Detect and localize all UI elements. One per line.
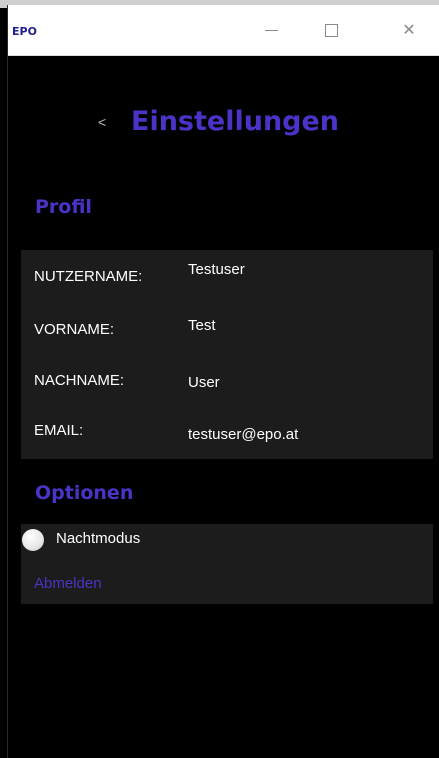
- profile-row-lastname: NACHNAME: User: [21, 370, 433, 410]
- maximize-icon: [324, 23, 338, 37]
- profile-row-email: EMAIL: testuser@epo.at: [21, 420, 433, 460]
- profile-row-firstname: VORNAME: Test: [21, 314, 433, 354]
- profile-heading: Profil: [35, 196, 92, 218]
- profile-panel: NUTZERNAME: Testuser VORNAME: Test NACHN…: [21, 250, 433, 459]
- window-titlebar[interactable]: EPO ✕: [8, 5, 439, 56]
- back-button[interactable]: <: [98, 114, 106, 130]
- close-icon: ✕: [402, 22, 416, 39]
- app-logo: EPO: [12, 25, 37, 38]
- page-title: Einstellungen: [131, 106, 340, 137]
- firstname-label: VORNAME:: [34, 321, 115, 338]
- profile-row-username: NUTZERNAME: Testuser: [21, 258, 433, 298]
- options-panel: Nachtmodus Abmelden: [21, 524, 433, 604]
- maximize-button[interactable]: [308, 5, 354, 55]
- email-value: testuser@epo.at: [188, 426, 299, 443]
- lastname-label: NACHNAME:: [34, 372, 125, 389]
- close-button[interactable]: ✕: [386, 5, 432, 55]
- settings-page: < Einstellungen Profil NUTZERNAME: Testu…: [8, 56, 439, 758]
- night-mode-label: Nachtmodus: [56, 530, 141, 547]
- firstname-value: Test: [188, 317, 216, 334]
- night-mode-toggle[interactable]: [22, 529, 44, 551]
- page-header: < Einstellungen: [8, 106, 439, 150]
- lastname-value: User: [188, 374, 220, 391]
- logout-link[interactable]: Abmelden: [34, 575, 102, 592]
- email-label: EMAIL:: [34, 422, 84, 439]
- username-value: Testuser: [188, 261, 245, 278]
- options-heading: Optionen: [35, 482, 134, 504]
- username-label: NUTZERNAME:: [34, 268, 143, 285]
- minimize-icon: [264, 29, 278, 31]
- app-window: EPO ✕ < Einstellungen Profil NUTZERNAME:…: [7, 5, 439, 758]
- minimize-button[interactable]: [248, 5, 294, 55]
